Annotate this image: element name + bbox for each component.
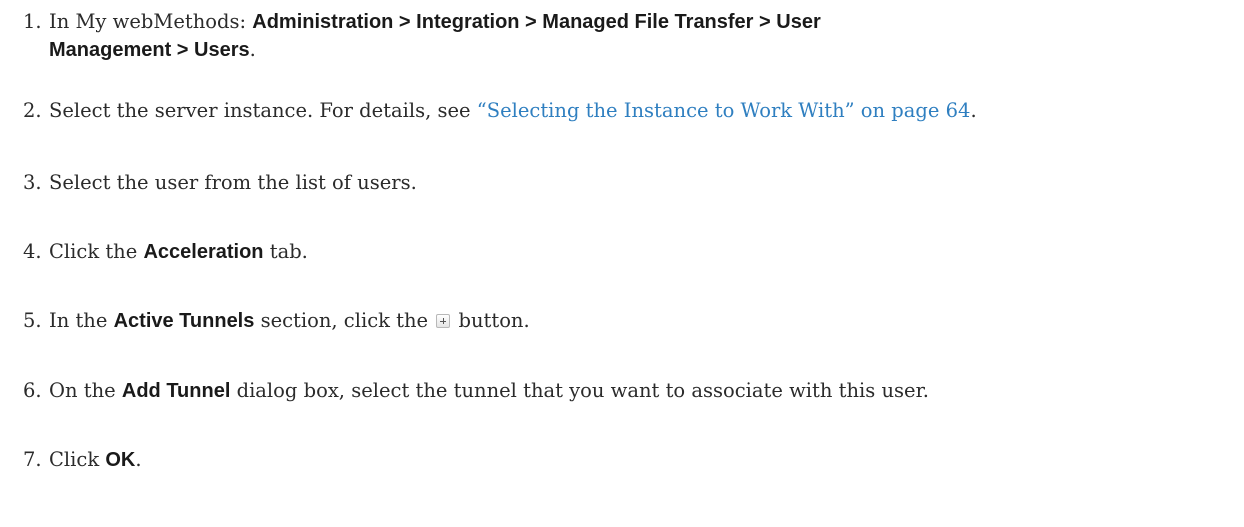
step-text-end: . [970, 99, 977, 122]
tab-name: Acceleration [143, 241, 264, 263]
step-text: Click [49, 448, 106, 471]
step-text-end: tab. [263, 240, 308, 263]
section-name: Active Tunnels [113, 310, 255, 332]
step-3: 3. Select the user from the list of users… [23, 169, 1240, 197]
step-text-end: . [249, 38, 256, 61]
step-number: 1. [23, 10, 42, 33]
step-1: 1. In My webMethods: Administration > Int… [23, 8, 1240, 64]
step-text-end: button. [452, 309, 530, 332]
menu-path: Administration > Integration > Managed F… [252, 11, 821, 33]
step-7: 7. Click OK. [23, 446, 1240, 474]
menu-path-continued: Management > Users [49, 39, 250, 61]
step-text: In My webMethods: [49, 10, 253, 33]
step-text: Select the server instance. For details,… [49, 99, 477, 122]
step-text: Click the [49, 240, 144, 263]
step-number: 2. [23, 99, 42, 122]
step-text: In the [49, 309, 114, 332]
step-number: 6. [23, 379, 42, 402]
step-text: On the [49, 379, 122, 402]
step-number: 4. [23, 240, 42, 263]
step-2: 2. Select the server instance. For detail… [23, 97, 1240, 125]
step-6: 6. On the Add Tunnel dialog box, select t… [23, 377, 1240, 405]
step-number: 5. [23, 309, 42, 332]
step-text-mid: section, click the [254, 309, 435, 332]
step-number: 3. [23, 171, 42, 194]
button-name: OK [105, 449, 136, 471]
step-text-end: . [135, 448, 142, 471]
cross-reference-link[interactable]: “Selecting the Instance to Work With” on… [477, 99, 971, 122]
step-4: 4. Click the Acceleration tab. [23, 238, 1240, 266]
step-5: 5. In the Active Tunnels section, click t… [23, 307, 1240, 335]
step-text: Select the user from the list of users. [49, 171, 417, 194]
step-number: 7. [23, 448, 42, 471]
plus-icon [436, 314, 451, 328]
step-text-end: dialog box, select the tunnel that you w… [230, 379, 929, 402]
dialog-name: Add Tunnel [121, 380, 231, 402]
